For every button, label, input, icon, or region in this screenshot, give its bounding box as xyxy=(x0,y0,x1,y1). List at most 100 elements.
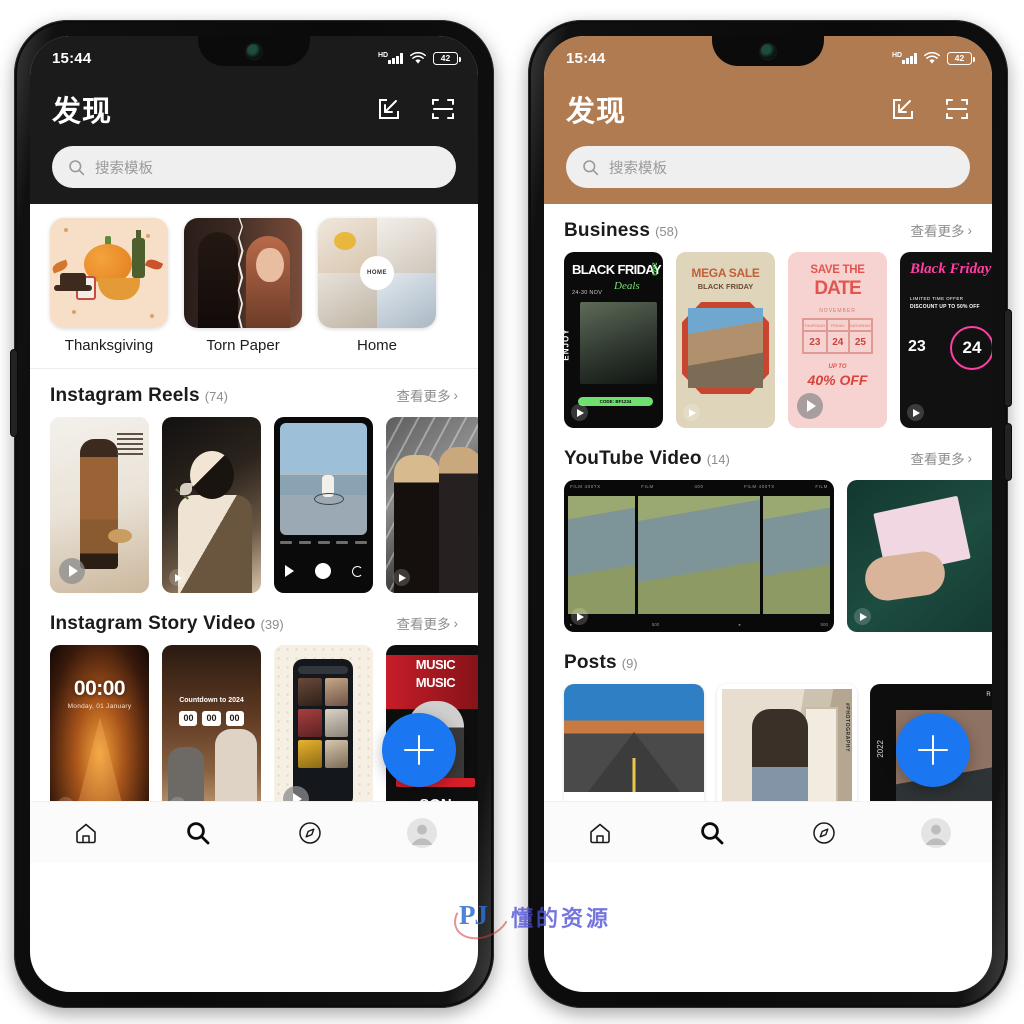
template-card[interactable]: FILM 400TX FILM 400 FILM 400TX FILM ▸ 500… xyxy=(564,480,834,632)
content-sheet-left[interactable]: Thanksgiving Torn Paper HOME Home Instag… xyxy=(30,204,478,863)
countdown-minutes: 00 xyxy=(202,711,221,726)
chevron-right-icon: › xyxy=(453,387,459,403)
card-discount: 40% OFF xyxy=(807,372,868,388)
section-header-youtube: YouTube Video (14) 查看更多 › xyxy=(544,432,992,480)
template-card[interactable]: MEGA SALE BLACK FRIDAY xyxy=(676,252,775,428)
template-card[interactable]: SAVE THE DATE NOVEMBER THURSDAY FRIDAY S… xyxy=(788,252,887,428)
phone-left: 15:44 HD 42 发现 搜索模板 Thanksgiving Torn Pa… xyxy=(11,20,494,1008)
header-region-left: 15:44 HD 42 发现 搜索模板 xyxy=(30,36,478,204)
template-card[interactable] xyxy=(162,417,261,593)
screen-right: 15:44 HD 42 发现 搜索模板 Business (58) 查看更多 ›… xyxy=(544,36,992,992)
card-title: SAVE THE xyxy=(810,264,865,276)
signal-icon: HD xyxy=(892,52,917,64)
card-title-2: DATE xyxy=(814,278,861,299)
category-home[interactable]: HOME Home xyxy=(318,218,436,354)
nav-home[interactable] xyxy=(30,820,142,846)
bottom-nav-left[interactable] xyxy=(30,801,478,863)
card-enjoy: ENJOY xyxy=(564,328,571,361)
chevron-right-icon: › xyxy=(967,222,973,238)
front-camera xyxy=(246,44,262,59)
create-button[interactable] xyxy=(896,713,970,787)
status-icons: HD 42 xyxy=(892,51,975,65)
screen-left: 15:44 HD 42 发现 搜索模板 Thanksgiving Torn Pa… xyxy=(30,36,478,992)
play-icon xyxy=(907,404,924,421)
nav-discover[interactable] xyxy=(254,820,366,846)
import-icon[interactable] xyxy=(376,96,402,122)
nav-search[interactable] xyxy=(656,819,768,847)
category-thanksgiving[interactable]: Thanksgiving xyxy=(50,218,168,354)
signal-icon: HD xyxy=(378,52,403,64)
import-icon[interactable] xyxy=(890,96,916,122)
play-icon xyxy=(797,393,823,419)
search-icon xyxy=(583,159,599,175)
play-icon xyxy=(571,608,588,625)
section-title: Posts xyxy=(564,652,617,673)
card-title: 00:00 xyxy=(73,677,126,700)
template-card[interactable] xyxy=(386,417,478,593)
day-head: FRIDAY xyxy=(826,319,849,331)
card-year: 2023 xyxy=(650,262,657,276)
screenshot-stage: 15:44 HD 42 发现 搜索模板 Thanksgiving Torn Pa… xyxy=(0,0,1024,1024)
post-rec: REC xyxy=(986,692,992,698)
battery-icon: 42 xyxy=(433,51,461,65)
create-button[interactable] xyxy=(382,713,456,787)
section-title: Business xyxy=(564,220,651,241)
search-icon xyxy=(187,821,210,844)
category-thumbnail: HOME xyxy=(318,218,436,328)
volume-button-left[interactable] xyxy=(11,350,17,436)
volume-button-right[interactable] xyxy=(1005,310,1011,406)
nav-discover[interactable] xyxy=(768,820,880,846)
scan-icon[interactable] xyxy=(944,96,970,122)
play-icon xyxy=(571,404,588,421)
section-title: Instagram Story Video xyxy=(50,613,256,634)
template-card[interactable]: Countdown to 2024 00 00 00 xyxy=(162,645,261,821)
film-label: FILM xyxy=(641,484,654,489)
see-more-link[interactable]: 查看更多 › xyxy=(911,448,973,468)
template-card[interactable] xyxy=(50,417,149,593)
category-thumbnail xyxy=(50,218,168,328)
wifi-icon xyxy=(410,51,426,64)
bottom-nav-right[interactable] xyxy=(544,801,992,863)
nav-home[interactable] xyxy=(544,820,656,846)
avatar-icon xyxy=(921,817,951,848)
search-input[interactable]: 搜索模板 xyxy=(52,146,456,188)
film-label: 400 xyxy=(694,484,704,489)
see-more-link[interactable]: 查看更多 › xyxy=(397,385,459,405)
search-input[interactable]: 搜索模板 xyxy=(566,146,970,188)
scan-icon[interactable] xyxy=(430,96,456,122)
content-sheet-right[interactable]: Business (58) 查看更多 › BLACK FRIDAY Deals xyxy=(544,204,992,863)
category-label: Home xyxy=(356,337,397,354)
card-row-reels[interactable] xyxy=(30,417,478,597)
home-badge: HOME xyxy=(360,256,394,290)
see-more-link[interactable]: 查看更多 › xyxy=(911,220,973,240)
app-header-left: 发现 xyxy=(30,80,478,136)
nav-search[interactable] xyxy=(142,819,254,847)
category-torn-paper[interactable]: Torn Paper xyxy=(184,218,302,354)
template-card[interactable]: Trave xyxy=(847,480,992,632)
status-clock: 15:44 xyxy=(52,49,92,67)
nav-profile[interactable] xyxy=(366,817,478,849)
template-card[interactable] xyxy=(274,645,373,821)
nav-profile[interactable] xyxy=(880,817,992,849)
search-placeholder: 搜索模板 xyxy=(609,160,667,177)
play-icon xyxy=(683,404,700,421)
template-card[interactable]: 00:00 Monday, 01 January xyxy=(50,645,149,821)
template-card[interactable] xyxy=(274,417,373,593)
card-row-business[interactable]: BLACK FRIDAY Deals 24-30 NOV 2023 ENJOY … xyxy=(544,252,992,432)
section-count: (9) xyxy=(621,656,638,671)
card-line-1: LIMITED TIME OFFER xyxy=(910,296,964,301)
card-row-youtube[interactable]: FILM 400TX FILM 400 FILM 400TX FILM ▸ 500… xyxy=(544,480,992,636)
day-cell: 24 xyxy=(826,331,849,353)
template-card[interactable]: BLACK FRIDAY Deals 24-30 NOV 2023 ENJOY … xyxy=(564,252,663,428)
day-head: THURSDAY xyxy=(803,319,827,331)
power-button-right[interactable] xyxy=(1005,424,1011,480)
card-title: Countdown to 2024 xyxy=(179,697,244,704)
category-strip[interactable]: Thanksgiving Torn Paper HOME Home xyxy=(30,204,478,364)
app-header-right: 发现 xyxy=(544,80,992,136)
template-card[interactable]: Black Friday LIMITED TIME OFFER DISCOUNT… xyxy=(900,252,992,428)
page-title: 发现 xyxy=(566,96,627,128)
see-more-link[interactable]: 查看更多 › xyxy=(397,613,459,633)
section-header-business: Business (58) 查看更多 › xyxy=(544,204,992,252)
card-script: Deals xyxy=(614,280,640,292)
category-label: Thanksgiving xyxy=(64,337,154,354)
